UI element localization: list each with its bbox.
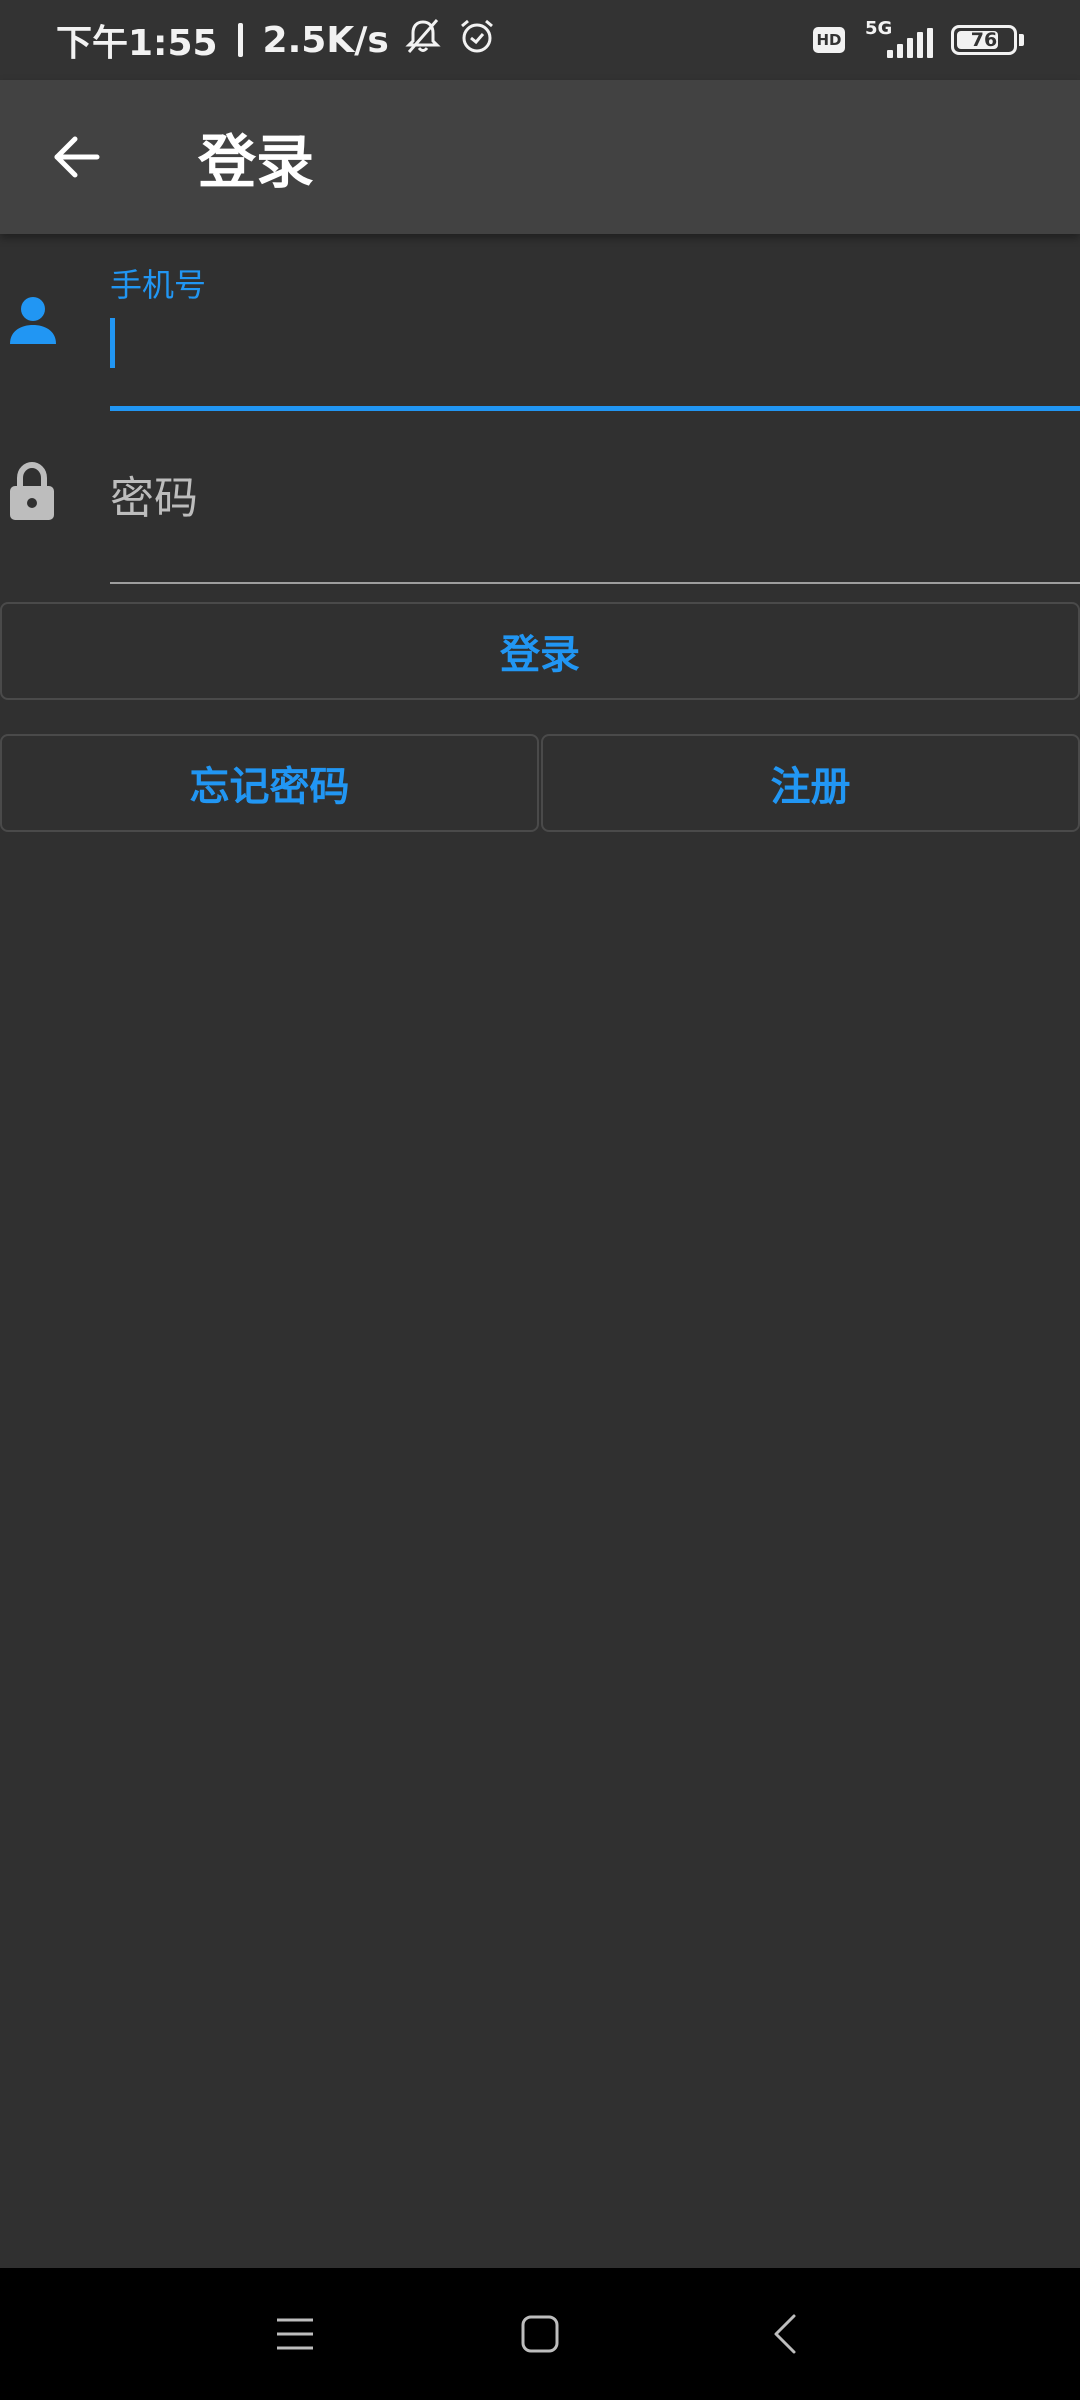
- nav-menu-button[interactable]: [265, 2304, 325, 2364]
- alarm-icon: [457, 16, 497, 65]
- text-caret: [110, 318, 115, 368]
- phone-field[interactable]: 手机号: [0, 234, 1080, 412]
- app-screen: 下午1:55 2.5K/s HD 5G 76 登录 手机号 密码 登录 忘记密码…: [0, 0, 1080, 2400]
- app-bar: 登录: [0, 80, 1080, 234]
- forgot-password-button[interactable]: 忘记密码: [0, 734, 539, 832]
- chevron-left-icon: [774, 2314, 796, 2354]
- menu-icon: [277, 2318, 313, 2350]
- password-field[interactable]: 密码: [0, 412, 1080, 588]
- hd-badge: HD: [813, 27, 845, 53]
- signal-bars: [887, 28, 933, 58]
- system-nav-bar: [0, 2268, 1080, 2400]
- arrow-left-icon: [54, 136, 100, 178]
- page-title: 登录: [198, 128, 315, 196]
- person-icon: [8, 294, 58, 350]
- back-button[interactable]: [32, 112, 122, 202]
- phone-input[interactable]: [110, 314, 1010, 374]
- mute-notification-icon: [403, 16, 443, 65]
- signal-icon: 5G: [863, 18, 933, 62]
- nav-home-button[interactable]: [510, 2304, 570, 2364]
- status-time: 下午1:55: [56, 23, 218, 64]
- battery-icon: 76: [951, 25, 1017, 55]
- status-right: HD 5G 76: [813, 18, 1024, 62]
- register-button[interactable]: 注册: [541, 734, 1080, 832]
- login-button[interactable]: 登录: [0, 602, 1080, 700]
- phone-field-label: 手机号: [110, 266, 207, 304]
- password-field-underline: [110, 582, 1080, 584]
- status-left: 下午1:55 2.5K/s: [56, 14, 497, 66]
- status-bar: 下午1:55 2.5K/s HD 5G 76: [0, 0, 1080, 80]
- lock-icon: [8, 461, 58, 520]
- home-icon: [521, 2315, 559, 2353]
- status-separator: [237, 23, 243, 57]
- phone-field-underline: [110, 406, 1080, 411]
- password-placeholder: 密码: [110, 473, 198, 524]
- nav-back-button[interactable]: [755, 2304, 815, 2364]
- battery-level: 76: [970, 29, 998, 51]
- status-net-speed: 2.5K/s: [262, 19, 389, 61]
- battery-tip: [1019, 34, 1024, 46]
